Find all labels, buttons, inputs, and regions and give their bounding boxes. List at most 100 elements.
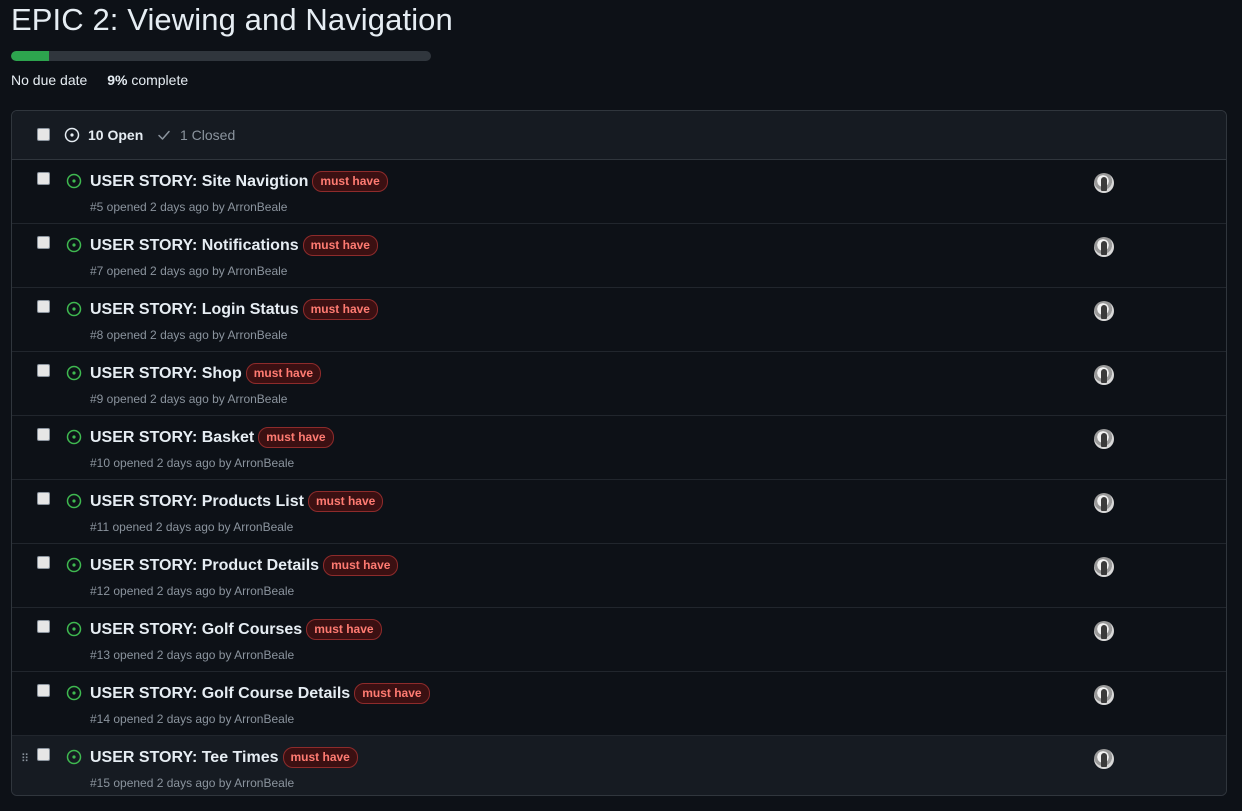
issue-title-link[interactable]: USER STORY: Site Navigtion xyxy=(90,173,308,191)
issue-label[interactable]: must have xyxy=(245,363,322,384)
select-all-checkbox[interactable] xyxy=(37,128,50,141)
issue-title-link[interactable]: USER STORY: Tee Times xyxy=(90,749,279,767)
due-date-text: No due date xyxy=(11,72,88,88)
issue-row[interactable]: USER STORY: Products List must have #11 op… xyxy=(12,480,1226,544)
milestone-meta: No due date 9% complete xyxy=(11,72,188,88)
issue-heading: USER STORY: Tee Times must have xyxy=(90,747,358,768)
issue-heading: USER STORY: Products List must have xyxy=(90,491,384,512)
assignee-avatar[interactable] xyxy=(1094,237,1114,257)
closed-filter-tab[interactable]: 1 Closed xyxy=(156,127,235,143)
issue-checkbox[interactable] xyxy=(37,172,50,185)
issue-label[interactable]: must have xyxy=(302,299,378,320)
issue-row[interactable]: ⠿ USER STORY: Tee Times must have #15 opene… xyxy=(12,736,1226,795)
issue-open-icon xyxy=(66,301,82,317)
issue-heading: USER STORY: Product Details must have xyxy=(90,555,399,576)
issue-row[interactable]: USER STORY: Shop must have #9 opened 2 day… xyxy=(12,352,1226,416)
issue-meta: #7 opened 2 days ago by ArronBeale xyxy=(90,264,288,278)
issue-title-link[interactable]: USER STORY: Basket xyxy=(90,429,254,447)
drag-handle-icon[interactable]: ⠿ xyxy=(21,752,29,765)
issue-row[interactable]: USER STORY: Notifications must have #7 ope… xyxy=(12,224,1226,288)
issue-label[interactable]: must have xyxy=(312,171,388,192)
issue-checkbox[interactable] xyxy=(37,364,50,377)
issue-open-icon xyxy=(66,173,82,189)
issue-title-link[interactable]: USER STORY: Products List xyxy=(90,493,304,511)
issue-row[interactable]: USER STORY: Login Status must have #8 open… xyxy=(12,288,1226,352)
milestone-page: EPIC 2: Viewing and Navigation No due da… xyxy=(0,0,1242,811)
assignee-avatar[interactable] xyxy=(1094,621,1114,641)
open-filter-tab[interactable]: 10 Open xyxy=(64,127,143,143)
issue-row[interactable]: USER STORY: Golf Courses must have #13 ope… xyxy=(12,608,1226,672)
open-count: 10 Open xyxy=(88,127,144,143)
issue-checkbox[interactable] xyxy=(37,300,50,313)
issues-list-header: 10 Open 1 Closed xyxy=(12,111,1226,160)
issue-title-link[interactable]: USER STORY: Product Details xyxy=(90,557,319,575)
completion-text: 9% complete xyxy=(107,72,188,88)
issue-heading: USER STORY: Shop must have xyxy=(90,363,322,384)
issue-title-link[interactable]: USER STORY: Shop xyxy=(90,365,242,383)
issue-row[interactable]: USER STORY: Golf Course Details must have… xyxy=(12,672,1226,736)
issue-checkbox[interactable] xyxy=(37,556,50,569)
issue-open-icon xyxy=(66,493,82,509)
issue-open-icon xyxy=(66,685,82,701)
issue-open-icon xyxy=(66,365,82,381)
issue-open-icon xyxy=(66,621,82,637)
issue-checkbox[interactable] xyxy=(37,428,50,441)
assignee-avatar[interactable] xyxy=(1094,173,1114,193)
issue-row[interactable]: USER STORY: Product Details must have #12 … xyxy=(12,544,1226,608)
issue-title-link[interactable]: USER STORY: Golf Course Details xyxy=(90,685,350,703)
assignee-avatar[interactable] xyxy=(1094,749,1114,769)
issues-list: 10 Open 1 Closed USER STORY: Site Navigt… xyxy=(11,110,1227,796)
issue-heading: USER STORY: Login Status must have xyxy=(90,299,378,320)
closed-count: 1 Closed xyxy=(180,127,236,143)
issue-checkbox[interactable] xyxy=(37,748,50,761)
completion-percent: 9% xyxy=(107,72,128,88)
issue-open-icon xyxy=(66,557,82,573)
issue-heading: USER STORY: Golf Course Details must have xyxy=(90,683,430,704)
issue-meta: #12 opened 2 days ago by ArronBeale xyxy=(90,584,295,598)
issue-meta: #14 opened 2 days ago by ArronBeale xyxy=(90,712,295,726)
issue-title-link[interactable]: USER STORY: Login Status xyxy=(90,301,299,319)
issue-label[interactable]: must have xyxy=(307,491,384,512)
issue-title-link[interactable]: USER STORY: Notifications xyxy=(90,237,299,255)
assignee-avatar[interactable] xyxy=(1094,365,1114,385)
issue-checkbox[interactable] xyxy=(37,492,50,505)
issue-open-icon xyxy=(66,749,82,765)
issue-open-icon xyxy=(66,237,82,253)
issue-label[interactable]: must have xyxy=(323,555,399,576)
issue-meta: #8 opened 2 days ago by ArronBeale xyxy=(90,328,288,342)
issue-checkbox[interactable] xyxy=(37,684,50,697)
assignee-avatar[interactable] xyxy=(1094,557,1114,577)
issue-row[interactable]: USER STORY: Basket must have #10 opened 2 … xyxy=(12,416,1226,480)
issues-rows: USER STORY: Site Navigtion must have #5 op… xyxy=(12,160,1226,795)
issue-checkbox[interactable] xyxy=(37,236,50,249)
milestone-title: EPIC 2: Viewing and Navigation xyxy=(11,2,453,37)
assignee-avatar[interactable] xyxy=(1094,493,1114,513)
issue-meta: #11 opened 2 days ago by ArronBeale xyxy=(90,520,294,534)
issue-label[interactable]: must have xyxy=(282,747,358,768)
progress-bar-fill xyxy=(11,51,49,61)
issue-label[interactable]: must have xyxy=(258,427,334,448)
progress-bar xyxy=(11,51,431,61)
issue-meta: #13 opened 2 days ago by ArronBeale xyxy=(90,648,295,662)
issue-label[interactable]: must have xyxy=(354,683,430,704)
issue-label[interactable]: must have xyxy=(302,235,378,256)
check-icon xyxy=(158,130,170,140)
issue-checkbox[interactable] xyxy=(37,620,50,633)
assignee-avatar[interactable] xyxy=(1094,685,1114,705)
issue-heading: USER STORY: Golf Courses must have xyxy=(90,619,382,640)
issue-meta: #9 opened 2 days ago by ArronBeale xyxy=(90,392,288,406)
issue-open-icon xyxy=(64,127,80,143)
issue-title-link[interactable]: USER STORY: Golf Courses xyxy=(90,621,302,639)
issue-label[interactable]: must have xyxy=(306,619,382,640)
issue-meta: #15 opened 2 days ago by ArronBeale xyxy=(90,776,295,790)
assignee-avatar[interactable] xyxy=(1094,301,1114,321)
issue-heading: USER STORY: Notifications must have xyxy=(90,235,378,256)
issue-row[interactable]: USER STORY: Site Navigtion must have #5 op… xyxy=(12,160,1226,224)
issue-heading: USER STORY: Site Navigtion must have xyxy=(90,171,388,192)
issue-open-icon xyxy=(66,429,82,445)
issue-meta: #10 opened 2 days ago by ArronBeale xyxy=(90,456,295,470)
completion-label: complete xyxy=(131,72,189,88)
assignee-avatar[interactable] xyxy=(1094,429,1114,449)
issue-heading: USER STORY: Basket must have xyxy=(90,427,334,448)
issue-meta: #5 opened 2 days ago by ArronBeale xyxy=(90,200,288,214)
